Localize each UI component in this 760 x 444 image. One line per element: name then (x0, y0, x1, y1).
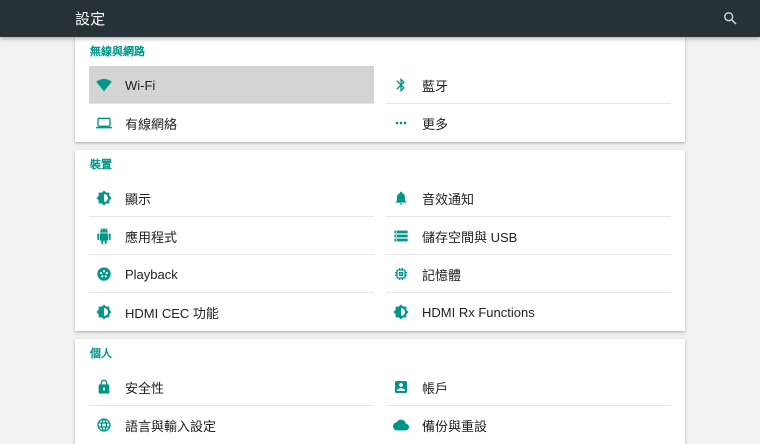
section-header: 無線與網路 (90, 46, 145, 58)
settings-item[interactable]: 應用程式 (89, 217, 374, 255)
account-box-icon (393, 379, 409, 395)
section-column-right: 音效通知儲存空間與 USB 記憶體 HDMI Rx Functions (386, 179, 671, 331)
film-reel-icon (96, 266, 112, 282)
settings-item-label: Playback (125, 266, 178, 282)
globe-icon (96, 417, 112, 433)
settings-item-label: 顯示 (125, 191, 152, 207)
wifi-icon (96, 77, 112, 93)
section-column-right: 帳戶 備份與重設 (386, 368, 671, 444)
section-column-left: 安全性語言與輸入設定 (89, 368, 374, 444)
settings-item[interactable]: 記憶體 (386, 255, 671, 293)
settings-item-label: 記憶體 (422, 267, 462, 283)
settings-item[interactable]: Wi-Fi (89, 66, 374, 104)
bell-icon (393, 190, 409, 206)
settings-item-label: 更多 (422, 116, 449, 132)
cloud-backup-icon (393, 417, 409, 433)
settings-card: 裝置顯示應用程式 Playback HDMI CEC 功能 音效通知儲存空間與 USB… (75, 150, 685, 331)
settings-item-label: 應用程式 (125, 229, 178, 245)
memory-icon (393, 266, 409, 282)
settings-item[interactable]: 儲存空間與 USB (386, 217, 671, 255)
settings-item[interactable]: 安全性 (89, 368, 374, 406)
brightness-icon (393, 304, 409, 320)
more-horiz-icon (393, 115, 409, 131)
section-column-left: 顯示應用程式 Playback HDMI CEC 功能 (89, 179, 374, 331)
settings-item-label: 語言與輸入設定 (125, 418, 217, 434)
page-title: 設定 (75, 11, 106, 28)
settings-item-label: 藍牙 (422, 78, 449, 94)
lock-icon (96, 379, 112, 395)
section-grid: 顯示應用程式 Playback HDMI CEC 功能 音效通知儲存空間與 USB 記憶… (75, 179, 685, 331)
settings-item[interactable]: 更多 (386, 104, 671, 142)
settings-item-label: 音效通知 (422, 191, 475, 207)
storage-icon (393, 228, 409, 244)
section-header: 個人 (90, 348, 112, 360)
settings-item-label: HDMI Rx Functions (422, 304, 535, 320)
settings-item[interactable]: 帳戶 (386, 368, 671, 406)
bluetooth-icon (393, 77, 409, 93)
settings-item[interactable]: Playback (89, 255, 374, 293)
section-grid: 安全性 語言與輸入設定 帳戶 備份與重設 (75, 368, 685, 444)
settings-item-label: 帳戶 (422, 380, 449, 396)
settings-item-label: 安全性 (125, 380, 165, 396)
settings-list: 無線與網路 Wi-Fi 有線網絡 藍牙更多裝置顯示應用程式 Playback HDMI C… (0, 37, 760, 444)
settings-item[interactable]: HDMI Rx Functions (386, 293, 671, 331)
brightness-icon (96, 190, 112, 206)
settings-item-label: 備份與重設 (422, 418, 488, 434)
laptop-icon (96, 115, 112, 131)
search-button[interactable] (716, 5, 744, 33)
section-header: 裝置 (90, 159, 112, 171)
settings-item[interactable]: 語言與輸入設定 (89, 406, 374, 444)
search-icon (722, 10, 739, 27)
settings-item-label: 儲存空間與 USB (422, 229, 518, 245)
settings-item-label: Wi-Fi (125, 77, 156, 93)
app-bar: 設定 (0, 0, 760, 37)
settings-card: 個人 安全性 語言與輸入設定 帳戶 備份與重設 (75, 339, 685, 444)
settings-item[interactable]: 備份與重設 (386, 406, 671, 444)
settings-item-label: HDMI CEC 功能 (125, 305, 219, 321)
settings-card: 無線與網路 Wi-Fi 有線網絡 藍牙更多 (75, 37, 685, 142)
section-grid: Wi-Fi 有線網絡 藍牙更多 (75, 66, 685, 142)
settings-item-label: 有線網絡 (125, 116, 178, 132)
settings-item[interactable]: 藍牙 (386, 66, 671, 104)
settings-item[interactable]: 顯示 (89, 179, 374, 217)
settings-item[interactable]: 音效通知 (386, 179, 671, 217)
section-column-left: Wi-Fi 有線網絡 (89, 66, 374, 142)
brightness-icon (96, 304, 112, 320)
section-column-right: 藍牙 更多 (386, 66, 671, 142)
settings-item[interactable]: HDMI CEC 功能 (89, 293, 374, 331)
settings-item[interactable]: 有線網絡 (89, 104, 374, 142)
android-icon (96, 228, 112, 244)
